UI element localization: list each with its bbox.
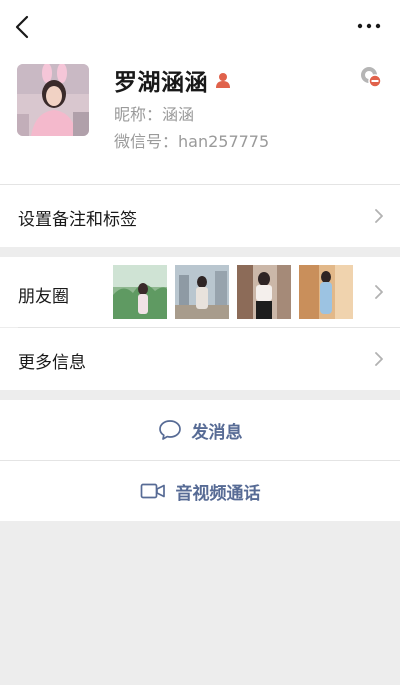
- wechat-id-text: 微信号：han257775: [114, 132, 270, 151]
- chat-bubble-icon: [158, 420, 181, 440]
- chevron-right-icon: [375, 285, 383, 299]
- nickname-text: 昵称：涵涵: [114, 105, 195, 124]
- moment-photo[interactable]: [113, 265, 167, 319]
- moment-photo[interactable]: [175, 265, 229, 319]
- video-camera-icon: [140, 483, 165, 499]
- chevron-right-icon: [375, 352, 383, 366]
- video-call-label: 音视频通话: [175, 483, 261, 504]
- name-row: 罗湖涵涵: [114, 63, 232, 97]
- avatar-image: [17, 64, 89, 136]
- more-info-row[interactable]: 更多信息: [0, 328, 400, 390]
- status-minus-icon[interactable]: [359, 65, 383, 89]
- moments-label: 朋友圈: [18, 287, 69, 307]
- contact-name: 罗湖涵涵: [114, 70, 208, 96]
- person-badge-icon: [216, 73, 230, 88]
- moments-row[interactable]: 朋友圈: [0, 257, 400, 327]
- moments-thumbnails: [113, 265, 353, 319]
- remark-tags-label: 设置备注和标签: [18, 210, 137, 230]
- back-button[interactable]: [10, 12, 34, 42]
- moment-photo[interactable]: [299, 265, 353, 319]
- profile-card: 罗湖涵涵 昵称：涵涵 微信号：han257775: [0, 55, 400, 184]
- top-bar: [0, 0, 400, 55]
- moment-photo[interactable]: [237, 265, 291, 319]
- more-button[interactable]: [356, 16, 382, 36]
- remark-tags-row[interactable]: 设置备注和标签: [0, 185, 400, 247]
- chevron-right-icon: [375, 209, 383, 223]
- chevron-left-icon: [15, 15, 29, 39]
- send-message-button[interactable]: 发消息: [0, 400, 400, 460]
- avatar[interactable]: [17, 64, 89, 136]
- more-dots-icon: [357, 23, 381, 29]
- more-info-label: 更多信息: [18, 353, 86, 373]
- video-call-button[interactable]: 音视频通话: [0, 461, 400, 521]
- send-message-label: 发消息: [191, 422, 243, 443]
